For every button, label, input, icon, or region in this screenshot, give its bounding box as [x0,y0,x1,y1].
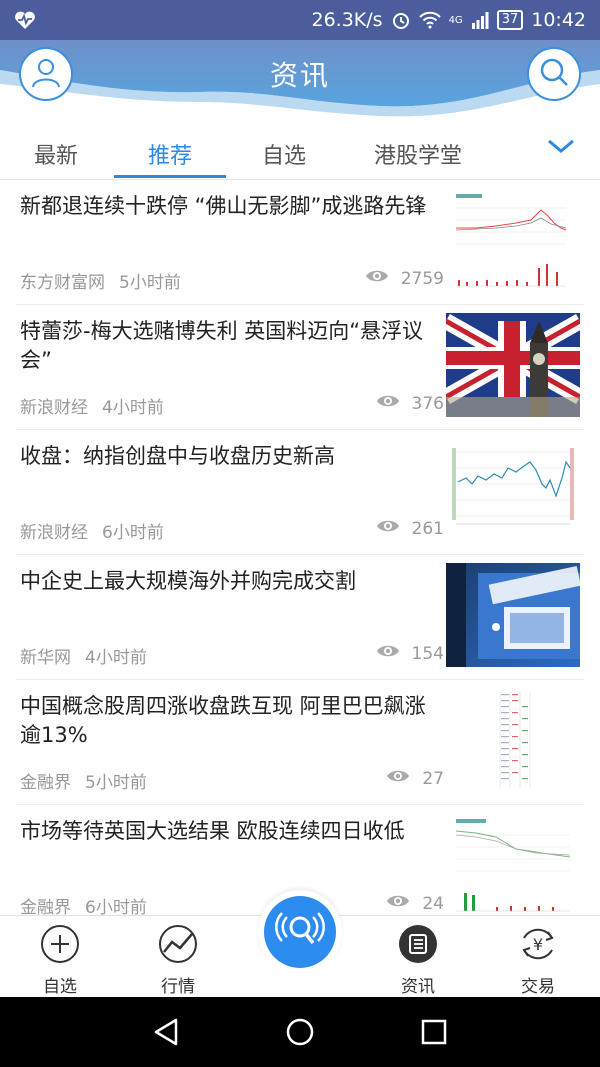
news-meta: 东方财富网 5小时前 [20,268,181,293]
news-item[interactable]: 中企史上最大规模海外并购完成交割 新华网 4小时前 154 [16,555,584,680]
news-views: 24 [334,893,444,914]
news-views: 261 [334,518,444,539]
news-views: 154 [334,643,444,664]
plus-circle-icon [40,925,80,968]
news-meta: 新浪财经 4小时前 [20,393,164,418]
clock: 10:42 [531,9,586,31]
news-meta: 金融界 5小时前 [20,768,147,793]
news-thumbnail-data-table [446,688,580,792]
news-thumbnail-line-chart [446,438,580,542]
alarm-icon [391,10,411,30]
news-views: 2759 [334,268,444,289]
network-speed: 26.3K/s [311,9,383,31]
back-button[interactable] [152,1017,182,1051]
tab-hk-stock-school[interactable]: 港股学堂 [374,138,462,170]
svg-text:¥: ¥ [533,935,543,954]
signal-icon [471,11,489,29]
nav-label: 行情 [161,977,195,997]
category-tabs: 最新 推荐 自选 港股学堂 [0,120,600,180]
search-icon [538,56,570,92]
nav-watchlist[interactable]: 自选 [20,924,100,997]
eye-icon [365,268,389,289]
news-source: 金融界 [20,773,71,793]
home-circle-icon [285,1018,315,1051]
news-time: 5小时前 [85,773,147,793]
news-item[interactable]: 特蕾莎-梅大选赌博失利 英国料迈向“悬浮议会” 新浪财经 4小时前 376 [16,305,584,430]
news-title: 市场等待英国大选结果 欧股连续四日收低 [20,819,405,843]
news-thumbnail-stock-chart [446,188,580,292]
nav-label: 交易 [521,977,555,997]
news-item[interactable]: 新都退连续十跌停 “佛山无影脚”成逃路先锋 东方财富网 5小时前 2759 [16,180,584,305]
news-title: 收盘：纳指创盘中与收盘历史新高 [20,444,335,468]
nav-news[interactable]: 资讯 [378,924,458,997]
news-time: 4小时前 [102,398,164,418]
tab-latest[interactable]: 最新 [34,138,78,170]
voice-search-icon [273,903,327,961]
nav-label: 自选 [43,977,77,997]
news-list: 新都退连续十跌停 “佛山无影脚”成逃路先锋 东方财富网 5小时前 2759 特蕾… [0,180,600,930]
news-source: 东方财富网 [20,273,105,293]
news-title: 中企史上最大规模海外并购完成交割 [20,569,356,593]
expand-tabs-button[interactable] [546,136,576,160]
voice-search-inner [264,896,336,968]
nav-label: 资讯 [401,977,435,997]
voice-search-button[interactable] [258,890,342,974]
user-icon [29,55,63,93]
active-tab-indicator [114,175,226,178]
news-thumbnail-stock-chart [446,813,580,917]
back-triangle-icon [152,1018,182,1051]
view-count: 24 [422,893,444,914]
news-time: 4小时前 [85,648,147,668]
news-icon [398,925,438,968]
health-icon [14,10,36,30]
tab-recommended[interactable]: 推荐 [148,138,192,170]
news-views: 27 [334,768,444,789]
news-source: 新浪财经 [20,523,88,543]
eye-icon [376,643,400,664]
recents-button[interactable] [419,1017,449,1051]
eye-icon [386,893,410,914]
battery-indicator: 37 [496,10,524,30]
news-meta: 新浪财经 6小时前 [20,518,164,543]
home-button[interactable] [285,1017,315,1051]
news-source: 新浪财经 [20,398,88,418]
news-title: 新都退连续十跌停 “佛山无影脚”成逃路先锋 [20,194,427,218]
news-title: 中国概念股周四涨收盘跌互现 阿里巴巴飙涨逾13% [20,694,426,747]
app-header: 资讯 [0,40,600,120]
news-item[interactable]: 收盘：纳指创盘中与收盘历史新高 新浪财经 6小时前 261 [16,430,584,555]
yuan-exchange-icon: ¥ [518,928,558,968]
eye-icon [386,768,410,789]
view-count: 27 [422,768,444,789]
tab-watchlist[interactable]: 自选 [262,138,306,170]
eye-icon [376,393,400,414]
nav-market[interactable]: 行情 [138,924,218,997]
news-title: 特蕾莎-梅大选赌博失利 英国料迈向“悬浮议会” [20,319,424,372]
wifi-icon [418,11,441,29]
news-item[interactable]: 中国概念股周四涨收盘跌互现 阿里巴巴飙涨逾13% 金融界 5小时前 27 [16,680,584,805]
news-time: 6小时前 [102,523,164,543]
page-title: 资讯 [269,59,330,92]
news-source: 新华网 [20,648,71,668]
recents-square-icon [419,1019,449,1051]
chevron-down-icon [546,139,576,160]
view-count: 376 [411,393,444,414]
profile-button[interactable] [19,47,73,101]
trend-chart-icon [158,925,198,968]
news-thumbnail-syngenta-sign [446,563,580,667]
news-meta: 新华网 4小时前 [20,643,147,668]
status-bar: 26.3K/s 4G 37 10:42 [0,0,600,40]
news-views: 376 [334,393,444,414]
system-navigation-bar [0,997,600,1067]
eye-icon [376,518,400,539]
view-count: 261 [411,518,444,539]
news-time: 5小时前 [119,273,181,293]
news-thumbnail-uk-flag-big-ben [446,313,580,417]
search-button[interactable] [527,47,581,101]
network-type: 4G [448,14,463,26]
view-count: 2759 [400,268,444,289]
view-count: 154 [411,643,444,664]
nav-trade[interactable]: ¥ 交易 [498,924,578,997]
